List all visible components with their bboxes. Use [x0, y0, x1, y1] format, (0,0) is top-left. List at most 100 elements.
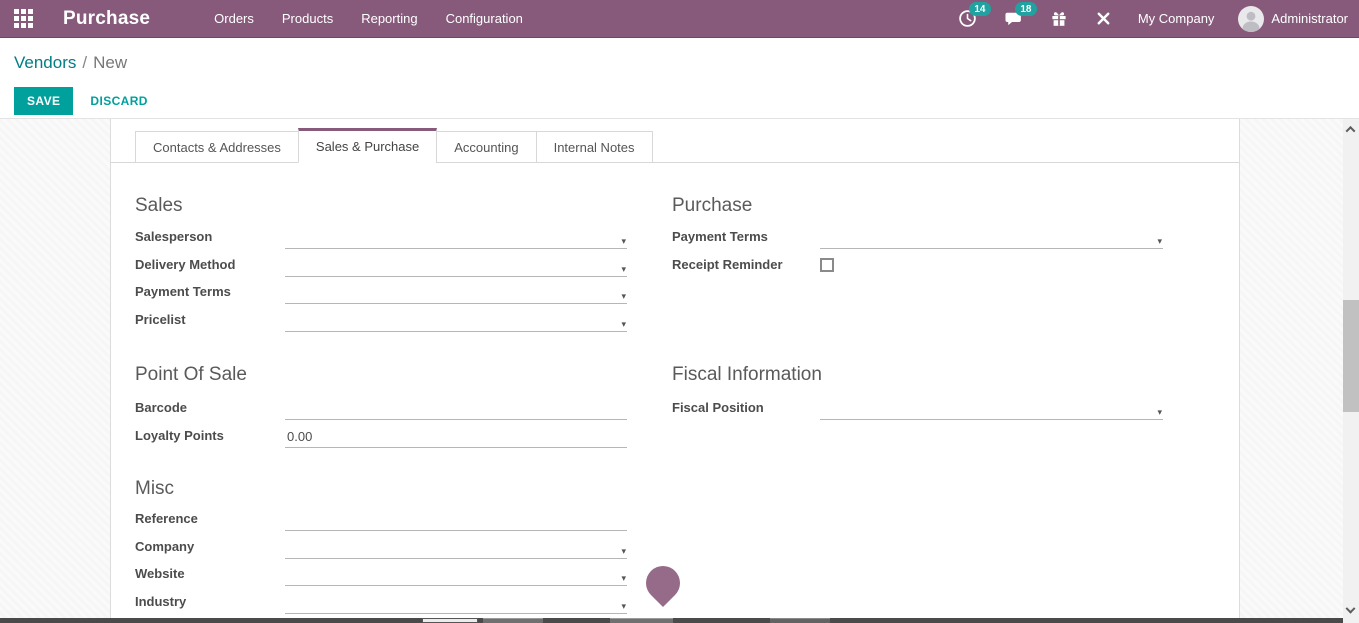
scrollbar-up-arrow[interactable]: [1347, 126, 1355, 134]
section-title-fiscal-information: Fiscal Information: [672, 364, 822, 386]
salesperson-label: Salesperson: [135, 229, 285, 249]
user-name: Administrator: [1271, 11, 1348, 26]
section-misc: Reference Company ▾ Website ▾ Industry ▾: [135, 504, 627, 614]
section-title-sales: Sales: [135, 195, 183, 217]
payment-terms-purchase-label: Payment Terms: [672, 229, 820, 249]
barcode-input[interactable]: [285, 398, 627, 420]
vertical-scrollbar: [1343, 119, 1359, 623]
pricelist-label: Pricelist: [135, 312, 285, 332]
tools-icon: [1095, 10, 1112, 27]
industry-label: Industry: [135, 594, 285, 614]
chevron-down-icon: ▾: [1157, 408, 1163, 417]
menu-item-products[interactable]: Products: [268, 11, 347, 26]
user-menu[interactable]: Administrator: [1238, 6, 1348, 32]
user-avatar: [1238, 6, 1264, 32]
breadcrumb-separator: /: [82, 53, 87, 72]
delivery-method-dropdown[interactable]: ▾: [285, 255, 627, 277]
chevron-down-icon: ▾: [621, 574, 627, 583]
field-row-website: Website ▾: [135, 559, 627, 586]
fiscal-position-dropdown[interactable]: ▾: [820, 398, 1163, 420]
website-label: Website: [135, 566, 285, 586]
taskbar-edge: [0, 618, 1345, 623]
form-sheet: Contacts & Addresses Sales & Purchase Ac…: [110, 119, 1240, 623]
section-point-of-sale: Barcode Loyalty Points 0.00: [135, 393, 627, 448]
loyalty-points-input[interactable]: 0.00: [285, 426, 627, 448]
field-row-fiscal-position: Fiscal Position ▾: [672, 393, 1163, 420]
payment-terms-purchase-dropdown[interactable]: ▾: [820, 227, 1163, 249]
chevron-down-icon: ▾: [621, 265, 627, 274]
tab-accounting[interactable]: Accounting: [436, 131, 536, 163]
chevron-down-icon: ▾: [621, 292, 627, 301]
chevron-down-icon: ▾: [621, 237, 627, 246]
breadcrumb: Vendors / New: [14, 53, 127, 73]
tab-contacts-addresses[interactable]: Contacts & Addresses: [135, 131, 299, 163]
reference-input[interactable]: [285, 509, 627, 531]
taskbar-app-button[interactable]: [610, 618, 673, 623]
notebook-tabs: Contacts & Addresses Sales & Purchase Ac…: [111, 130, 1239, 163]
reference-label: Reference: [135, 511, 285, 531]
field-row-barcode: Barcode: [135, 393, 627, 420]
section-title-point-of-sale: Point Of Sale: [135, 364, 247, 386]
section-fiscal-information: Fiscal Position ▾: [672, 393, 1163, 420]
messages-button[interactable]: 18: [1004, 9, 1023, 28]
chevron-down-icon: ▾: [1157, 237, 1163, 246]
gift-icon: [1050, 10, 1068, 28]
rewards-button[interactable]: [1050, 10, 1068, 28]
field-row-delivery-method: Delivery Method ▾: [135, 249, 627, 276]
website-dropdown[interactable]: ▾: [285, 564, 627, 586]
taskbar-app-button[interactable]: [422, 618, 478, 623]
scrollbar-down-arrow[interactable]: [1347, 608, 1355, 616]
tab-sales-purchase[interactable]: Sales & Purchase: [298, 128, 437, 163]
systray: 14 18 My Company: [931, 6, 1359, 32]
company-dropdown[interactable]: ▾: [285, 537, 627, 559]
chevron-down-icon: ▾: [621, 320, 627, 329]
loyalty-points-label: Loyalty Points: [135, 428, 285, 448]
salesperson-dropdown[interactable]: ▾: [285, 227, 627, 249]
tools-button[interactable]: [1095, 10, 1112, 27]
message-count-badge: 18: [1015, 2, 1037, 16]
breadcrumb-vendors-link[interactable]: Vendors: [14, 53, 76, 72]
section-purchase: Payment Terms ▾ Receipt Reminder: [672, 222, 1163, 277]
field-row-company: Company ▾: [135, 531, 627, 558]
tab-internal-notes[interactable]: Internal Notes: [536, 131, 653, 163]
chevron-down-icon: ▾: [621, 547, 627, 556]
taskbar-app-button[interactable]: [770, 618, 830, 623]
delivery-method-label: Delivery Method: [135, 257, 285, 277]
pricelist-dropdown[interactable]: ▾: [285, 310, 627, 332]
menu-item-configuration[interactable]: Configuration: [432, 11, 537, 26]
industry-dropdown[interactable]: ▾: [285, 592, 627, 614]
app-title: Purchase: [63, 8, 150, 30]
taskbar-app-button[interactable]: [483, 618, 543, 623]
fiscal-position-label: Fiscal Position: [672, 400, 820, 420]
activity-count-badge: 14: [969, 2, 991, 16]
field-row-industry: Industry ▾: [135, 586, 627, 613]
receipt-reminder-checkbox[interactable]: [820, 258, 834, 272]
field-row-salesperson: Salesperson ▾: [135, 222, 627, 249]
field-row-payment-terms-sales: Payment Terms ▾: [135, 277, 627, 304]
menu-item-reporting[interactable]: Reporting: [347, 11, 431, 26]
apps-menu-button[interactable]: [0, 0, 46, 38]
content-area: Contacts & Addresses Sales & Purchase Ac…: [0, 119, 1359, 623]
barcode-label: Barcode: [135, 400, 285, 420]
control-panel: Vendors / New SAVE DISCARD: [0, 38, 1359, 119]
section-sales: Salesperson ▾ Delivery Method ▾ Payment …: [135, 222, 627, 332]
save-button[interactable]: SAVE: [14, 87, 73, 115]
company-switcher[interactable]: My Company: [1138, 11, 1215, 26]
discard-button[interactable]: DISCARD: [90, 94, 147, 108]
field-row-pricelist: Pricelist ▾: [135, 304, 627, 331]
menu-item-orders[interactable]: Orders: [200, 11, 268, 26]
chevron-down-icon: ▾: [621, 602, 627, 611]
field-row-payment-terms-purchase: Payment Terms ▾: [672, 222, 1163, 249]
activities-button[interactable]: 14: [958, 9, 977, 28]
company-label: Company: [135, 539, 285, 559]
top-navbar: Purchase Orders Products Reporting Confi…: [0, 0, 1359, 38]
field-row-loyalty-points: Loyalty Points 0.00: [135, 420, 627, 447]
receipt-reminder-label: Receipt Reminder: [672, 257, 820, 277]
main-menu: Orders Products Reporting Configuration: [200, 0, 537, 38]
scrollbar-thumb[interactable]: [1343, 300, 1359, 412]
payment-terms-sales-label: Payment Terms: [135, 284, 285, 304]
apps-grid-icon: [14, 9, 33, 28]
breadcrumb-current: New: [93, 53, 127, 72]
section-title-misc: Misc: [135, 478, 174, 500]
payment-terms-sales-dropdown[interactable]: ▾: [285, 282, 627, 304]
